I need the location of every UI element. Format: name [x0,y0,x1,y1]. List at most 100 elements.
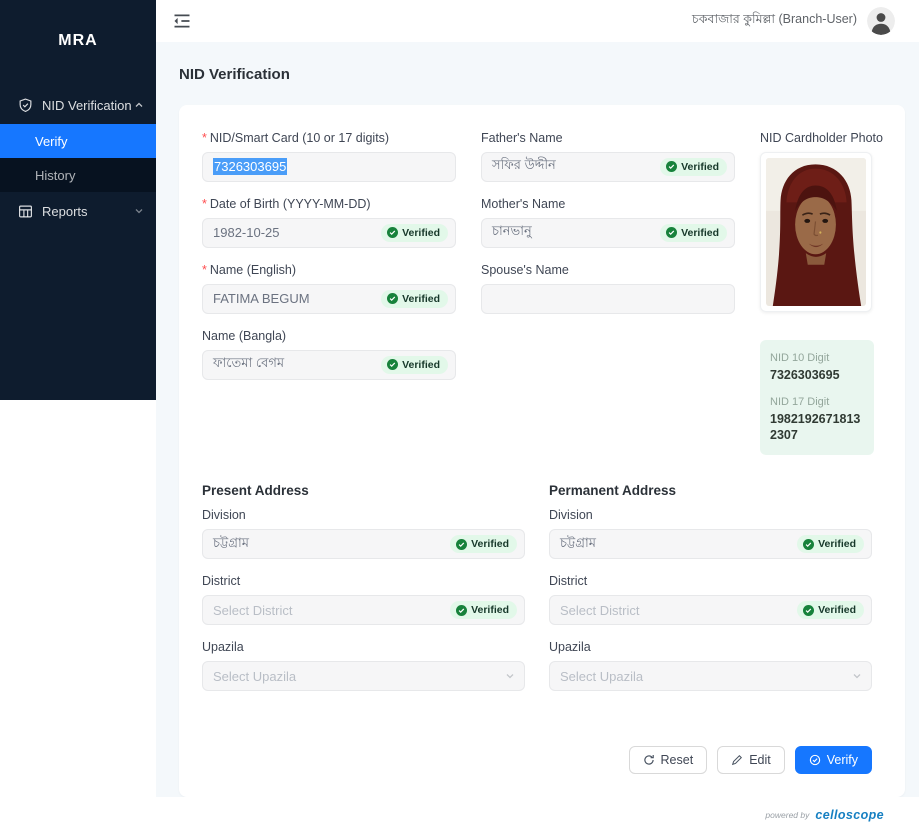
sidebar-column: MRA NID Verification [0,0,156,832]
check-circle-icon [803,605,814,616]
mother-label: Mother's Name [481,197,735,211]
name-bn-input[interactable]: ফাতেমা বেগম Verified [202,350,456,380]
form-grid: *NID/Smart Card (10 or 17 digits) 732630… [202,131,872,456]
nid-17-label: NID 17 Digit [770,396,864,408]
dob-input[interactable]: 1982-10-25 Verified [202,218,456,248]
verified-badge: Verified [450,535,517,553]
verify-button[interactable]: Verify [795,746,872,774]
chevron-up-icon [134,100,144,110]
name-bn-value: ফাতেমা বেগম [213,354,284,375]
safety-certificate-icon [18,98,33,113]
present-division-input[interactable]: চট্টগ্রাম Verified [202,529,525,559]
nid-input[interactable]: 7326303695 [202,152,456,182]
table-icon [18,204,33,219]
present-district-group: District Select District Verified [202,574,525,625]
menu-fold-icon[interactable] [172,11,192,31]
celloscope-brand: celloscope [815,808,884,822]
nid-field-group: *NID/Smart Card (10 or 17 digits) 732630… [202,131,456,182]
permanent-district-select[interactable]: Select District Verified [549,595,872,625]
user-avatar[interactable] [867,7,895,35]
footer: powered by celloscope [156,797,919,832]
present-division-group: Division চট্টগ্রাম Verified [202,508,525,559]
sidebar-item-reports[interactable]: Reports [0,192,156,230]
reload-icon [643,754,655,766]
required-marker: * [202,263,207,277]
verified-badge: Verified [381,356,448,374]
permanent-address-title: Permanent Address [549,483,872,498]
spouse-input[interactable] [481,284,735,314]
chevron-down-icon [505,671,515,681]
sidebar-subitem-label: History [35,168,75,183]
upazila-label: Upazila [202,640,525,654]
dob-label: *Date of Birth (YYYY-MM-DD) [202,197,456,211]
sidebar-menu: NID Verification Verify History [0,86,156,230]
edit-button[interactable]: Edit [717,746,785,774]
upazila-label: Upazila [549,640,872,654]
verification-card: *NID/Smart Card (10 or 17 digits) 732630… [179,105,905,798]
name-bn-label: Name (Bangla) [202,329,456,343]
app-frame: MRA NID Verification [0,0,919,832]
sidebar-item-verify[interactable]: Verify [0,124,156,158]
name-en-input[interactable]: FATIMA BEGUM Verified [202,284,456,314]
mother-field-group: Mother's Name চানভানু Verified [481,197,735,248]
sidebar-item-history[interactable]: History [0,158,156,192]
name-en-field-group: *Name (English) FATIMA BEGUM Verified [202,263,456,314]
verified-badge: Verified [660,158,727,176]
father-field-group: Father's Name সফির উদ্দীন Verified [481,131,735,182]
district-placeholder: Select District [560,603,639,618]
father-label: Father's Name [481,131,735,145]
present-district-select[interactable]: Select District Verified [202,595,525,625]
nid-verification-submenu: Verify History [0,124,156,192]
nid-summary-box: NID 10 Digit 7326303695 NID 17 Digit 198… [760,340,874,456]
reset-button[interactable]: Reset [629,746,708,774]
app-logo: MRA [0,0,156,64]
present-upazila-group: Upazila Select Upazila [202,640,525,691]
powered-by-text: powered by [765,810,809,820]
user-area[interactable]: চকবাজার কুমিল্লা (Branch-User) [692,7,895,35]
dob-value: 1982-10-25 [213,225,280,240]
chevron-down-icon [852,671,862,681]
present-division-value: চট্টগ্রাম [213,534,249,555]
page-content: NID Verification *NID/Smart Card (10 or … [156,42,919,798]
address-grid: Present Address Division চট্টগ্রাম Verif… [202,483,872,706]
required-marker: * [202,131,207,145]
name-en-value: FATIMA BEGUM [213,291,310,306]
district-label: District [549,574,872,588]
verified-badge: Verified [450,601,517,619]
check-circle-icon [387,359,398,370]
top-header: চকবাজার কুমিল্লা (Branch-User) [156,0,919,42]
nid-17-value: 19821926718132307 [770,411,864,444]
form-column-middle: Father's Name সফির উদ্দীন Verified Mothe… [481,131,735,456]
form-column-photo: NID Cardholder Photo [760,131,872,456]
present-upazila-select[interactable]: Select Upazila [202,661,525,691]
nid-label: *NID/Smart Card (10 or 17 digits) [202,131,456,145]
page-title: NID Verification [179,66,905,83]
nid-cardholder-photo [760,152,872,312]
father-input[interactable]: সফির উদ্দীন Verified [481,152,735,182]
father-value: সফির উদ্দীন [492,156,556,177]
portrait-photo [766,158,866,306]
permanent-upazila-group: Upazila Select Upazila [549,640,872,691]
permanent-upazila-select[interactable]: Select Upazila [549,661,872,691]
permanent-division-input[interactable]: চট্টগ্রাম Verified [549,529,872,559]
verified-badge: Verified [660,224,727,242]
required-marker: * [202,197,207,211]
present-address-title: Present Address [202,483,525,498]
sidebar-item-nid-verification[interactable]: NID Verification [0,86,156,124]
dob-field-group: *Date of Birth (YYYY-MM-DD) 1982-10-25 V… [202,197,456,248]
spouse-label: Spouse's Name [481,263,735,277]
mother-input[interactable]: চানভানু Verified [481,218,735,248]
check-circle-icon [666,227,677,238]
nid-value-selected: 7326303695 [213,158,287,175]
photo-label: NID Cardholder Photo [760,131,872,145]
division-label: Division [549,508,872,522]
mother-value: চানভানু [492,222,532,243]
verified-badge: Verified [381,290,448,308]
check-circle-icon [387,293,398,304]
verified-badge: Verified [381,224,448,242]
permanent-division-value: চট্টগ্রাম [560,534,596,555]
upazila-placeholder: Select Upazila [560,669,643,684]
check-circle-icon [666,161,677,172]
verified-badge: Verified [797,535,864,553]
sidebar-subitem-label: Verify [35,134,68,149]
